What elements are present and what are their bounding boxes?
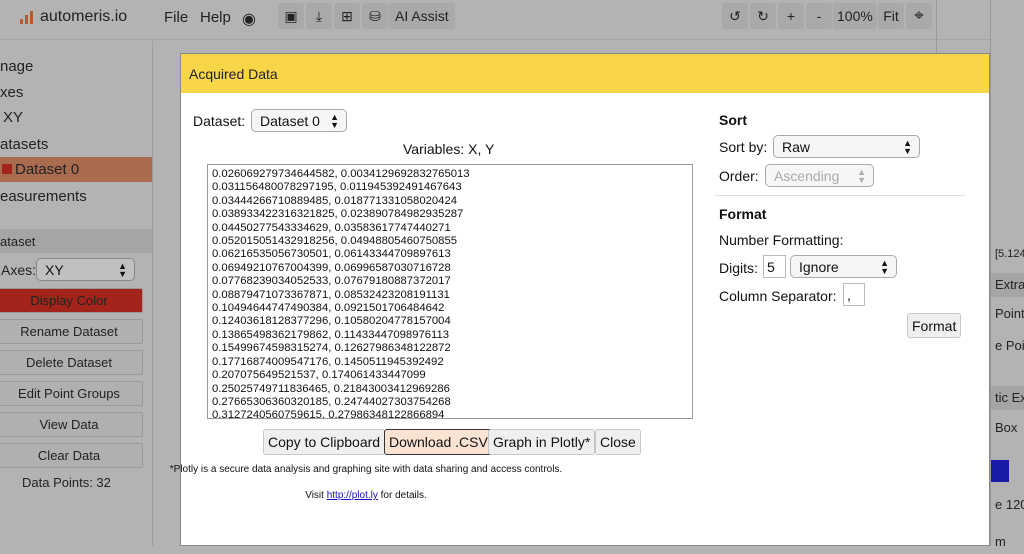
delete-dataset-button[interactable]: Delete Dataset (0, 350, 143, 375)
rotate-right-icon[interactable]: ↻ (750, 3, 776, 29)
zoom-out-button[interactable]: - (806, 3, 832, 29)
digits-label: Digits: (719, 260, 758, 276)
chart-logo-icon (20, 10, 34, 24)
plotly-note: *Plotly is a secure data analysis and gr… (169, 464, 563, 475)
sort-by-label: Sort by: (719, 139, 768, 155)
visit-note: Visit http://plot.ly for details. (305, 490, 427, 501)
dialog-title: Acquired Data (181, 54, 989, 93)
dataset-select[interactable]: Dataset 0 ▲ ▼ (251, 109, 347, 132)
plotly-link[interactable]: http://plot.ly (327, 490, 378, 501)
view-data-button[interactable]: View Data (0, 412, 143, 437)
dataset-label: Dataset 0 (15, 161, 80, 178)
close-button[interactable]: Close (595, 429, 641, 455)
sort-by-select[interactable]: Raw ▲ ▼ (773, 135, 920, 158)
database-icon[interactable]: ⛁ (362, 3, 388, 29)
fit-button[interactable]: Fit (878, 3, 904, 29)
copy-to-clipboard-button[interactable]: Copy to Clipboard (263, 429, 386, 455)
right-input[interactable]: e 120 (991, 493, 1024, 517)
right-section: Extra (991, 273, 1024, 297)
format-heading: Format (719, 206, 767, 222)
rotate-left-icon[interactable]: ↺ (722, 3, 748, 29)
tree-dataset-0[interactable]: Dataset 0 (0, 157, 152, 182)
import-icon[interactable]: ⤓ (306, 3, 332, 29)
digits-mode-select[interactable]: Ignore ▲ ▼ (790, 255, 897, 278)
edit-point-groups-button[interactable]: Edit Point Groups (0, 381, 143, 406)
add-icon[interactable]: ⊞ (334, 3, 360, 29)
number-formatting-label: Number Formatting: (719, 232, 844, 248)
menu-help[interactable]: Help (200, 9, 231, 26)
column-separator-label: Column Separator: (719, 288, 837, 304)
image-icon[interactable]: ▣ (278, 3, 304, 29)
column-separator-input[interactable]: , (843, 283, 865, 306)
dataset-color-swatch (2, 164, 12, 174)
tree-datasets[interactable]: atasets (0, 136, 48, 153)
section-dataset: ataset (0, 229, 152, 253)
axes-select[interactable]: XY ▲ ▼ (36, 258, 135, 281)
user-icon[interactable]: ◉ (242, 9, 256, 29)
rename-dataset-button[interactable]: Rename Dataset (0, 319, 143, 344)
data-textarea[interactable]: 0.026069279734644582, 0.0034129692832765… (207, 164, 693, 419)
right-button[interactable]: e Point (991, 334, 1024, 358)
menu-file[interactable]: File (164, 9, 188, 26)
crosshair-icon[interactable]: ⌖ (906, 3, 932, 29)
data-points-count: Data Points: 32 (22, 475, 111, 490)
axes-label: Axes: (1, 262, 37, 278)
right-text: m (995, 534, 1006, 549)
tree-axes-xy[interactable]: XY (3, 109, 23, 126)
dataset-label: Dataset: (193, 113, 246, 129)
tree-axes[interactable]: xes (0, 84, 23, 101)
acquired-data-dialog: Acquired Data Dataset: Dataset 0 ▲ ▼ Varia… (170, 53, 990, 546)
tree-image[interactable]: nage (0, 58, 33, 75)
graph-in-plotly-button[interactable]: Graph in Plotly* (488, 429, 596, 455)
display-color-button[interactable]: Display Color (0, 288, 143, 313)
divider (715, 195, 965, 196)
format-button[interactable]: Format (907, 313, 962, 338)
zoom-level[interactable]: 100% (833, 3, 877, 29)
color-picker-icon[interactable] (991, 460, 1009, 482)
sort-heading: Sort (719, 112, 747, 128)
top-toolbar: automeris.io File Help ◉ ▣ ⤓ ⊞ ⛁ AI Assi… (0, 0, 1024, 40)
tree-measurements[interactable]: easurements (0, 188, 87, 205)
digits-input[interactable]: 5 (763, 255, 786, 278)
brand-name: automeris.io (40, 8, 128, 25)
variables-label: Variables: X, Y (403, 141, 495, 157)
right-value: [5.124 (995, 248, 1024, 260)
right-button[interactable]: Box (991, 416, 1024, 440)
brand-logo[interactable]: automeris.io (20, 8, 127, 26)
ai-assist-button[interactable]: AI Assist (389, 3, 455, 29)
order-label: Order: (719, 168, 759, 184)
right-section: tic Ex (991, 386, 1024, 410)
download-csv-button[interactable]: Download .CSV (384, 429, 493, 455)
zoom-in-button[interactable]: + (778, 3, 804, 29)
right-button[interactable]: Point (991, 302, 1024, 326)
right-panel: [5.124 Extra Point e Point tic Ex Box e … (990, 0, 1024, 549)
order-select[interactable]: Ascending ▲ ▼ (765, 164, 874, 187)
